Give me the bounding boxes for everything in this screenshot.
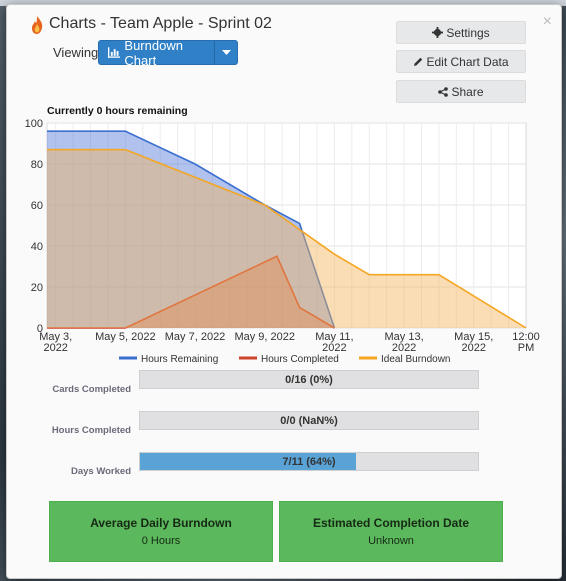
burndown-chart: 020406080100May 3,2022May 5, 2022 May 7, … [25, 118, 540, 365]
x-tick-label: 2022 [322, 342, 346, 354]
days-worked-value: 7/11 (64%) [282, 456, 336, 468]
average-daily-burndown-title: Average Daily Burndown [90, 516, 232, 530]
x-tick-label: PM [518, 342, 535, 354]
average-daily-burndown-box: Average Daily Burndown 0 Hours [49, 501, 273, 562]
x-tick-label: 2022 [392, 342, 416, 354]
days-worked-bar: 7/11 (64%) [139, 452, 479, 471]
estimated-completion-box: Estimated Completion Date Unknown [279, 501, 503, 562]
gear-icon [432, 27, 444, 38]
caret-down-icon [221, 50, 231, 55]
viewing-label: Viewing [53, 45, 99, 60]
chart-title: Currently 0 hours remaining [47, 105, 188, 117]
edit-chart-data-label: Edit Chart Data [426, 54, 509, 69]
share-icon [438, 86, 449, 97]
dropdown-toggle[interactable] [214, 41, 237, 64]
y-tick-label: 60 [31, 200, 43, 212]
edit-chart-data-button[interactable]: Edit Chart Data [396, 50, 526, 73]
selected-chart-type: Burndown Chart [124, 37, 183, 68]
average-daily-burndown-value: 0 Hours [141, 535, 181, 547]
x-tick-label: May 7, 2022 [165, 331, 226, 343]
hours-completed-bar: 0/0 (NaN%) [139, 411, 479, 430]
x-tick-label: 2022 [462, 342, 486, 354]
hours-completed-label: Hours Completed [51, 425, 131, 436]
settings-button[interactable]: Settings [396, 21, 526, 44]
legend-label: Ideal Burndown [381, 354, 451, 365]
legend-label: Hours Completed [261, 354, 339, 365]
chart-type-dropdown[interactable]: Burndown Chart [98, 38, 238, 68]
bar-chart-icon [108, 47, 121, 58]
share-label: Share [451, 84, 484, 99]
flame-icon [32, 16, 43, 34]
y-tick-label: 40 [31, 241, 43, 253]
cards-completed-label: Cards Completed [52, 384, 131, 395]
settings-label: Settings [446, 25, 490, 40]
y-tick-label: 80 [31, 159, 43, 171]
y-tick-label: 20 [31, 282, 43, 294]
estimated-completion-title: Estimated Completion Date [312, 516, 470, 530]
pencil-icon [414, 57, 423, 66]
cards-completed-bar: 0/16 (0%) [139, 370, 479, 389]
close-icon[interactable]: × [543, 13, 552, 31]
charts-modal: Charts - Team Apple - Sprint 02 × Viewin… [6, 4, 562, 579]
days-worked-label: Days Worked [70, 466, 131, 477]
estimated-completion-value: Unknown [368, 535, 414, 547]
y-tick-label: 100 [25, 118, 43, 130]
x-tick-label: May 5, 2022 [95, 331, 156, 343]
hours-completed-value: 0/0 (NaN%) [280, 415, 338, 427]
modal-title: Charts - Team Apple - Sprint 02 [49, 15, 272, 32]
x-tick-label: 2022 [43, 342, 67, 354]
legend-label: Hours Remaining [141, 354, 218, 365]
chart-type-button[interactable]: Burndown Chart [99, 38, 214, 68]
x-tick-label: May 9, 2022 [234, 331, 295, 343]
cards-completed-value: 0/16 (0%) [285, 374, 333, 386]
